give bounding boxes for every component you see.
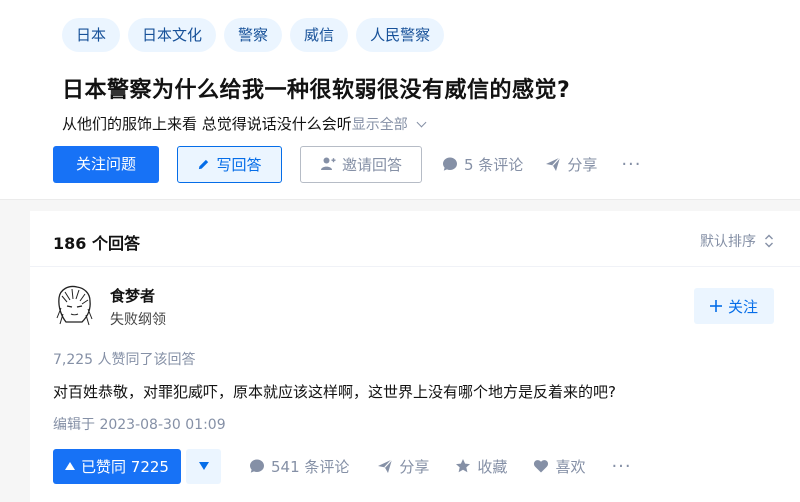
topic-tag[interactable]: 人民警察	[356, 18, 445, 52]
write-answer-button[interactable]: 写回答	[177, 145, 282, 183]
follow-author-label: 关注	[727, 297, 758, 316]
topic-tag[interactable]: 警察	[224, 18, 283, 52]
author-name[interactable]: 食梦者	[110, 285, 155, 306]
favorite-label: 收藏	[477, 457, 508, 476]
comment-bubble-icon	[442, 156, 458, 172]
comment-bubble-icon	[249, 458, 265, 474]
paper-plane-icon	[377, 458, 393, 474]
answers-header: 186 个回答 默认排序	[30, 211, 800, 267]
vote-summary: 7,225 人赞同了该回答	[53, 352, 196, 368]
invite-answer-label: 邀请回答	[341, 155, 402, 174]
sort-button[interactable]: 默认排序	[700, 231, 774, 251]
question-share-button[interactable]: 分享	[545, 154, 597, 175]
paper-plane-icon	[545, 156, 561, 172]
answer-share-label: 分享	[399, 457, 430, 476]
question-more-button[interactable]: ···	[621, 154, 641, 175]
question-detail-text: 从他们的服饰上来看 总觉得说话没什么会听	[62, 115, 352, 133]
answer-actions: 已赞同 7225 541 条评论 分享 收藏 喜欢 ···	[53, 448, 632, 484]
heart-icon	[533, 458, 549, 474]
topic-tags: 日本 日本文化 警察 威信 人民警察	[62, 18, 445, 52]
answer-more-button[interactable]: ···	[611, 456, 631, 477]
question-detail: 从他们的服饰上来看 总觉得说话没什么会听显示全部	[62, 113, 427, 134]
answers-list: 186 个回答 默认排序 食梦者 失败纲领 关注 7,225 人赞同了该回答 对…	[30, 211, 800, 502]
edit-timestamp[interactable]: 编辑于 2023-08-30 01:09	[53, 414, 226, 434]
sort-label: 默认排序	[700, 234, 756, 250]
answers-count: 186 个回答	[53, 234, 140, 253]
like-button[interactable]: 喜欢	[533, 456, 585, 477]
sort-arrows-icon	[764, 234, 774, 248]
favorite-button[interactable]: 收藏	[455, 456, 507, 477]
downvote-button[interactable]	[186, 448, 221, 484]
answer-share-button[interactable]: 分享	[377, 456, 429, 477]
plus-icon	[709, 300, 722, 312]
answer-comments-label: 541 条评论	[271, 457, 350, 476]
add-user-icon	[320, 156, 336, 172]
question-share-label: 分享	[567, 155, 598, 174]
upvote-button[interactable]: 已赞同 7225	[53, 448, 181, 484]
answer-content[interactable]: 对百姓恭敬，对罪犯威吓，原本就应该这样啊，这世界上没有哪个地方是反着来的吧?	[53, 381, 616, 402]
triangle-up-icon	[65, 462, 76, 470]
pencil-icon	[197, 158, 210, 171]
follow-author-button[interactable]: 关注	[694, 288, 774, 324]
author-bio: 失败纲领	[110, 312, 166, 328]
write-answer-label: 写回答	[216, 155, 262, 174]
avatar[interactable]	[53, 284, 95, 326]
upvote-label: 已赞同 7225	[81, 457, 169, 476]
topic-tag[interactable]: 日本	[62, 18, 121, 52]
chevron-down-icon[interactable]	[416, 117, 427, 128]
invite-answer-button[interactable]: 邀请回答	[300, 145, 422, 183]
answer-comments-button[interactable]: 541 条评论	[249, 456, 349, 477]
topic-tag[interactable]: 日本文化	[128, 18, 217, 52]
question-comments-button[interactable]: 5 条评论	[442, 154, 523, 175]
question-title[interactable]: 日本警察为什么给我一种很软弱很没有威信的感觉?	[62, 72, 570, 104]
question-comments-label: 5 条评论	[464, 155, 524, 174]
topic-tag[interactable]: 威信	[290, 18, 349, 52]
star-icon	[455, 458, 471, 474]
follow-question-button[interactable]: 关注问题	[53, 145, 159, 183]
like-label: 喜欢	[555, 457, 586, 476]
show-all-link[interactable]: 显示全部	[352, 117, 408, 133]
question-header: 日本 日本文化 警察 威信 人民警察 日本警察为什么给我一种很软弱很没有威信的感…	[0, 0, 800, 200]
triangle-down-icon	[198, 462, 209, 470]
question-actions: 关注问题 写回答 邀请回答 5 条评论 分享 ···	[53, 145, 642, 183]
